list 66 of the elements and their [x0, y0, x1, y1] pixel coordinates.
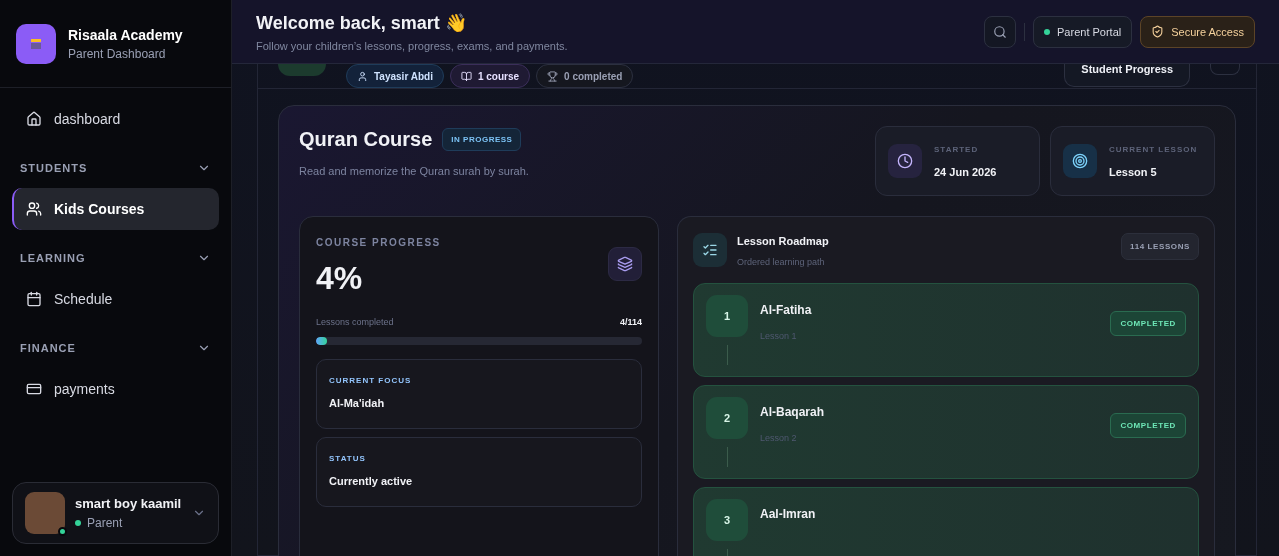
status-badge: IN PROGRESS — [442, 128, 522, 151]
lesson-number: 2 — [706, 397, 748, 439]
info-label: CURRENT FOCUS — [329, 376, 413, 385]
user-icon — [357, 70, 368, 82]
nav-section[interactable]: LEARNING — [12, 230, 219, 278]
info-value: Currently active — [329, 475, 414, 487]
search-button[interactable] — [984, 15, 1017, 48]
lesson-row[interactable]: 1 Al-Fatiha Lesson 1 COMPLETED — [693, 283, 1199, 377]
info-chip: 0 completed — [536, 64, 634, 88]
nav-item[interactable]: Schedule — [12, 278, 219, 320]
nav-item[interactable]: Kids Courses — [12, 188, 219, 230]
trophy-icon — [547, 70, 559, 82]
lesson-row[interactable]: 2 Al-Baqarah Lesson 2 COMPLETED — [693, 385, 1199, 479]
lesson-subtitle: Lesson 2 — [760, 433, 798, 443]
user-card[interactable]: smart boy kaamil Parent — [12, 482, 219, 544]
card-icon — [26, 381, 42, 397]
nav-item[interactable]: dashboard — [12, 98, 219, 140]
brand-subtitle: Parent Dashboard — [68, 46, 167, 61]
info-chip: Tayasir Abdi — [346, 64, 444, 88]
info-chip: 1 course — [449, 64, 531, 88]
roadmap-title: Lesson Roadmap — [737, 235, 830, 247]
calendar-icon — [26, 291, 42, 307]
lessons-count: 4/114 — [619, 317, 642, 327]
welcome-subtitle: Follow your children’s lessons, progress, exams, and payments. — [256, 39, 568, 52]
course-description: Read and memorize the Quran surah by surah. — [299, 165, 529, 177]
users-icon — [26, 201, 42, 217]
course-title: Quran Course — [299, 128, 433, 151]
checklist-icon — [702, 242, 718, 258]
brand-name: Risaala Academy — [68, 26, 183, 43]
progress-percent: 4% — [316, 260, 364, 297]
nav-item[interactable]: payments — [12, 368, 219, 410]
stat-label: STARTED — [934, 144, 980, 154]
layers-icon — [617, 256, 633, 272]
lessons-label: Lessons completed — [316, 317, 394, 327]
lesson-name: Al-Fatiha — [760, 303, 813, 317]
info-label: STATUS — [329, 454, 367, 463]
lesson-count: 114 LESSONS — [1121, 233, 1199, 260]
student-progress-button[interactable]: Student Progress — [1064, 64, 1190, 87]
shield-icon — [1151, 25, 1165, 38]
welcome-title: Welcome back, smart 👋 — [256, 11, 468, 34]
lesson-name: Aal-Imran — [760, 507, 817, 521]
stat-label: CURRENT LESSON — [1109, 144, 1198, 154]
clock-icon — [897, 153, 913, 169]
lesson-row[interactable]: 3 Aal-Imran — [693, 487, 1199, 556]
nav-section[interactable]: FINANCE — [12, 320, 219, 368]
portal-button[interactable]: Parent Portal — [1033, 15, 1133, 48]
info-value: Al-Ma'idah — [329, 397, 386, 409]
secure-access-button[interactable]: Secure Access — [1140, 15, 1255, 48]
stat-value: 24 Jun 2026 — [934, 165, 997, 178]
avatar-placeholder — [278, 64, 326, 76]
home-icon — [26, 111, 42, 127]
lesson-subtitle: Lesson 1 — [760, 331, 798, 341]
stat-value: Lesson 5 — [1109, 165, 1158, 178]
completed-badge: COMPLETED — [1110, 412, 1186, 438]
roadmap-subtitle: Ordered learning path — [737, 257, 826, 267]
book-icon — [460, 70, 472, 82]
lesson-name: Al-Baqarah — [760, 405, 825, 419]
progress-label: COURSE PROGRESS — [316, 237, 441, 248]
lesson-number: 3 — [706, 499, 748, 541]
target-icon — [1072, 153, 1088, 169]
lesson-number: 1 — [706, 295, 748, 337]
completed-badge: COMPLETED — [1110, 310, 1186, 336]
search-icon — [993, 24, 1008, 39]
user-name: smart boy kaamil — [75, 496, 182, 511]
nav-section[interactable]: STUDENTS — [12, 140, 219, 188]
user-role: Parent — [75, 516, 182, 530]
